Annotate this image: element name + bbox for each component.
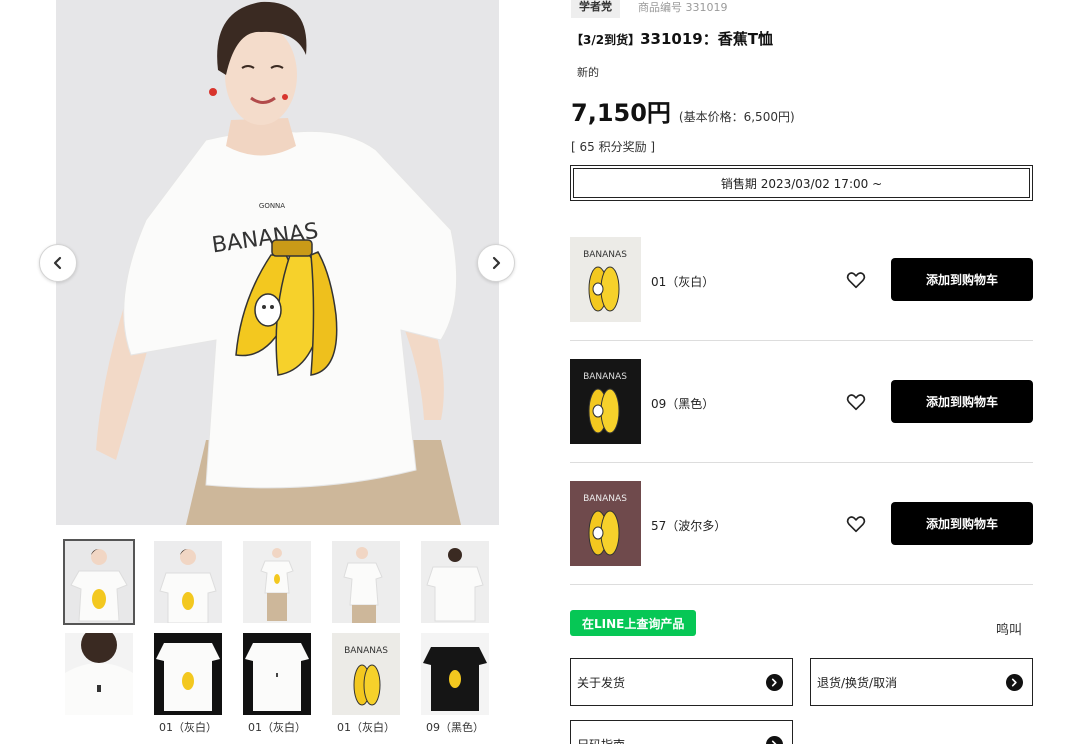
sale-period-text: 销售期 2023/03/02 17:00 ~ <box>720 176 883 191</box>
thumbnail-5[interactable] <box>421 541 489 623</box>
variant-name: 01（灰白） <box>651 275 715 289</box>
tweet-link[interactable]: 鸣叫 <box>996 619 1022 638</box>
thumbnail-9[interactable]: BANANAS <box>332 633 400 715</box>
favorite-button[interactable] <box>845 391 867 413</box>
add-to-cart-button[interactable]: 添加到购物车 <box>891 258 1033 301</box>
favorite-button[interactable] <box>845 513 867 535</box>
variant-row: BANANAS 57（波尔多） 添加到购物车 <box>570 463 1033 585</box>
link-label: 关于发货 <box>577 675 626 690</box>
variant-name: 09（黑色） <box>651 397 715 411</box>
heart-icon <box>846 394 866 411</box>
thumbnail-3[interactable] <box>243 541 311 623</box>
thumbnail-1[interactable] <box>63 539 135 625</box>
price-row: 7,150円 (基本价格：6,500円) <box>571 93 795 128</box>
returns-info-link[interactable]: 退货/换货/取消 <box>810 658 1033 706</box>
variant-name: 57（波尔多） <box>651 519 727 533</box>
thumbnail-7[interactable] <box>154 633 222 715</box>
title-prefix: 【3/2到货】 <box>571 33 641 47</box>
thumbnail-caption: 09（黑色） <box>426 721 484 734</box>
shipping-info-link[interactable]: 关于发货 <box>570 658 793 706</box>
svg-text:BANANAS: BANANAS <box>583 372 627 382</box>
chevron-right-icon <box>492 256 501 270</box>
svg-text:BANANAS: BANANAS <box>583 494 627 504</box>
variant-image[interactable]: BANANAS <box>570 237 641 322</box>
variant-image[interactable]: BANANAS <box>570 481 641 566</box>
arrow-right-circle-icon <box>766 673 783 691</box>
condition-label: 新的 <box>577 66 599 79</box>
thumbnail-8[interactable] <box>243 633 311 715</box>
add-to-cart-button[interactable]: 添加到购物车 <box>891 380 1033 423</box>
shirt-print-small: GONNA <box>259 202 285 210</box>
sale-period: 销售期 2023/03/02 17:00 ~ <box>570 165 1033 201</box>
price: 7,150円 <box>571 99 671 127</box>
gallery-next-button[interactable] <box>477 244 515 282</box>
thumbnail-caption: 01（灰白） <box>159 721 217 734</box>
thumbnail-caption: 01（灰白） <box>248 721 306 734</box>
thumbnail-10[interactable] <box>421 633 489 715</box>
favorite-button[interactable] <box>845 269 867 291</box>
points-reward: [ 65 积分奖励 ] <box>571 140 656 154</box>
base-price: (基本价格：6,500円) <box>678 110 795 124</box>
brand-row: 学者党 商品编号 331019 <box>571 0 728 18</box>
variant-image[interactable]: BANANAS <box>570 359 641 444</box>
thumbnail-4[interactable] <box>332 541 400 623</box>
arrow-right-circle-icon <box>766 735 783 744</box>
svg-text:BANANAS: BANANAS <box>583 250 627 260</box>
svg-text:BANANAS: BANANAS <box>344 646 388 656</box>
link-label: 尺码指南 <box>577 736 625 744</box>
heart-icon <box>846 272 866 289</box>
add-to-cart-button[interactable]: 添加到购物车 <box>891 502 1033 545</box>
thumbnail-2[interactable] <box>154 541 222 623</box>
product-title: 【3/2到货】331019：香蕉T恤 <box>571 28 773 49</box>
gallery-prev-button[interactable] <box>39 244 77 282</box>
link-label: 退货/换货/取消 <box>817 675 898 690</box>
product-code: 商品编号 331019 <box>638 1 728 14</box>
arrow-right-circle-icon <box>1006 673 1023 691</box>
size-guide-link[interactable]: 尺码指南 <box>570 720 793 744</box>
thumbnail-caption: 01（灰白） <box>337 721 395 734</box>
chevron-left-icon <box>53 256 62 270</box>
main-product-photo: GONNA BANANAS <box>56 0 499 525</box>
variant-row: BANANAS 09（黑色） 添加到购物车 <box>570 341 1033 463</box>
thumbnail-6[interactable] <box>65 633 133 715</box>
brand-badge[interactable]: 学者党 <box>571 0 620 18</box>
title-text: 331019：香蕉T恤 <box>640 30 773 48</box>
line-inquiry-button[interactable]: 在LINE上查询产品 <box>570 610 697 636</box>
heart-icon <box>846 516 866 533</box>
variant-row: BANANAS 01（灰白） 添加到购物车 <box>570 219 1033 341</box>
